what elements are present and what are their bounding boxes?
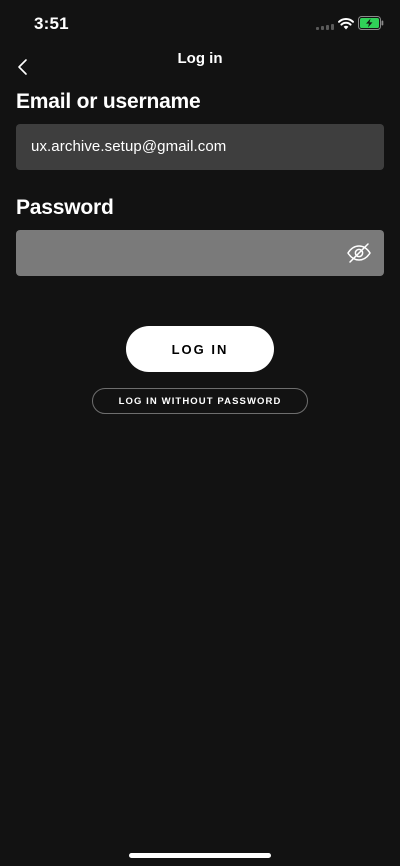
page-title: Log in: [177, 50, 223, 67]
status-bar: 3:51: [0, 0, 400, 48]
battery-charging-icon: [358, 16, 384, 30]
password-field[interactable]: [16, 230, 384, 276]
wifi-icon: [338, 17, 354, 30]
login-screen: 3:51 Log in Email or username ux.archive…: [0, 0, 400, 866]
login-without-password-button[interactable]: LOG IN WITHOUT PASSWORD: [92, 388, 308, 414]
email-field[interactable]: ux.archive.setup@gmail.com: [16, 124, 384, 170]
email-label: Email or username: [16, 90, 201, 113]
password-label: Password: [16, 196, 114, 219]
status-time: 3:51: [34, 14, 69, 33]
top-nav-bar: Log in: [0, 44, 400, 84]
eye-slash-icon: [347, 243, 371, 263]
home-indicator[interactable]: [129, 853, 271, 858]
email-value: ux.archive.setup@gmail.com: [31, 138, 227, 155]
signal-icon: [316, 24, 334, 30]
show-password-toggle[interactable]: [346, 241, 372, 265]
login-button[interactable]: LOG IN: [126, 326, 274, 372]
